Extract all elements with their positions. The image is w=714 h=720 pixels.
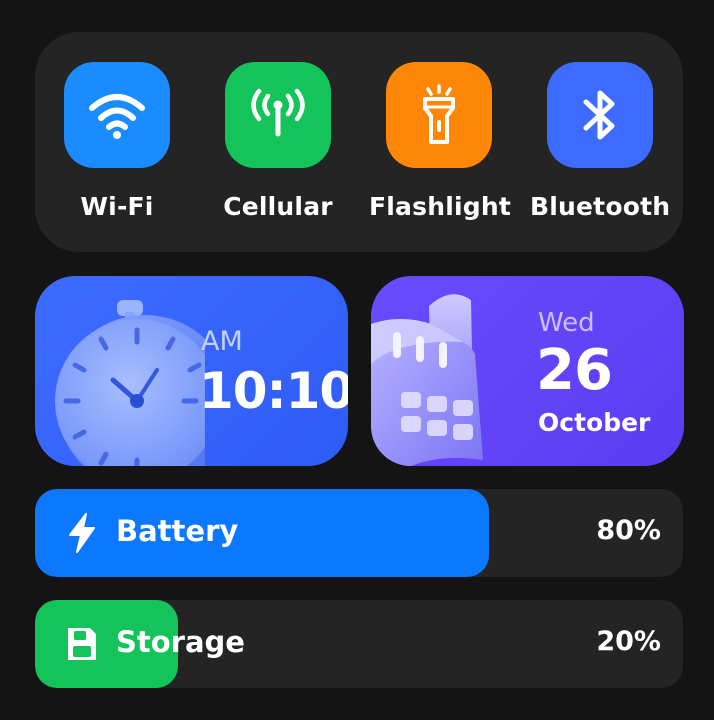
battery-fill xyxy=(35,489,489,577)
bluetooth-label: Bluetooth xyxy=(530,192,671,221)
flashlight-label: Flashlight xyxy=(369,192,511,221)
cellular-antenna-icon xyxy=(251,88,305,137)
bluetooth-tile[interactable] xyxy=(547,62,653,168)
lightning-bolt-icon xyxy=(62,513,102,553)
flashlight-icon xyxy=(423,84,455,144)
battery-bar[interactable]: Battery 80% xyxy=(35,489,683,577)
cellular-label: Cellular xyxy=(223,192,333,221)
wifi-icon xyxy=(89,94,145,139)
save-disk-icon xyxy=(62,624,102,664)
storage-value: 20% xyxy=(596,626,661,657)
clock-meridiem: AM xyxy=(201,326,243,357)
wifi-label: Wi-Fi xyxy=(80,192,154,221)
clock-illustration xyxy=(55,300,205,466)
wifi-tile[interactable] xyxy=(64,62,170,168)
clock-widget[interactable]: AM 10:10 xyxy=(35,276,348,466)
calendar-widget[interactable]: Wed 26 October xyxy=(371,276,684,466)
storage-label: Storage xyxy=(116,625,245,659)
cellular-toggle[interactable]: Cellular xyxy=(208,62,348,221)
calendar-weekday: Wed xyxy=(538,308,595,338)
control-center: Wi-Fi Cellular Flashlight Bluetooth AM 1… xyxy=(0,0,714,720)
storage-bar[interactable]: Storage 20% xyxy=(35,600,683,688)
bluetooth-toggle[interactable]: Bluetooth xyxy=(530,62,670,221)
cellular-tile[interactable] xyxy=(225,62,331,168)
wifi-toggle[interactable]: Wi-Fi xyxy=(47,62,187,221)
connectivity-panel: Wi-Fi Cellular Flashlight Bluetooth xyxy=(35,32,683,252)
calendar-illustration xyxy=(371,294,483,466)
flashlight-tile[interactable] xyxy=(386,62,492,168)
battery-label: Battery xyxy=(116,514,239,548)
battery-value: 80% xyxy=(596,515,661,546)
calendar-day: 26 xyxy=(536,338,613,403)
calendar-month: October xyxy=(538,408,651,437)
flashlight-toggle[interactable]: Flashlight xyxy=(369,62,511,221)
bluetooth-icon xyxy=(583,90,615,140)
clock-time: 10:10 xyxy=(199,362,348,420)
